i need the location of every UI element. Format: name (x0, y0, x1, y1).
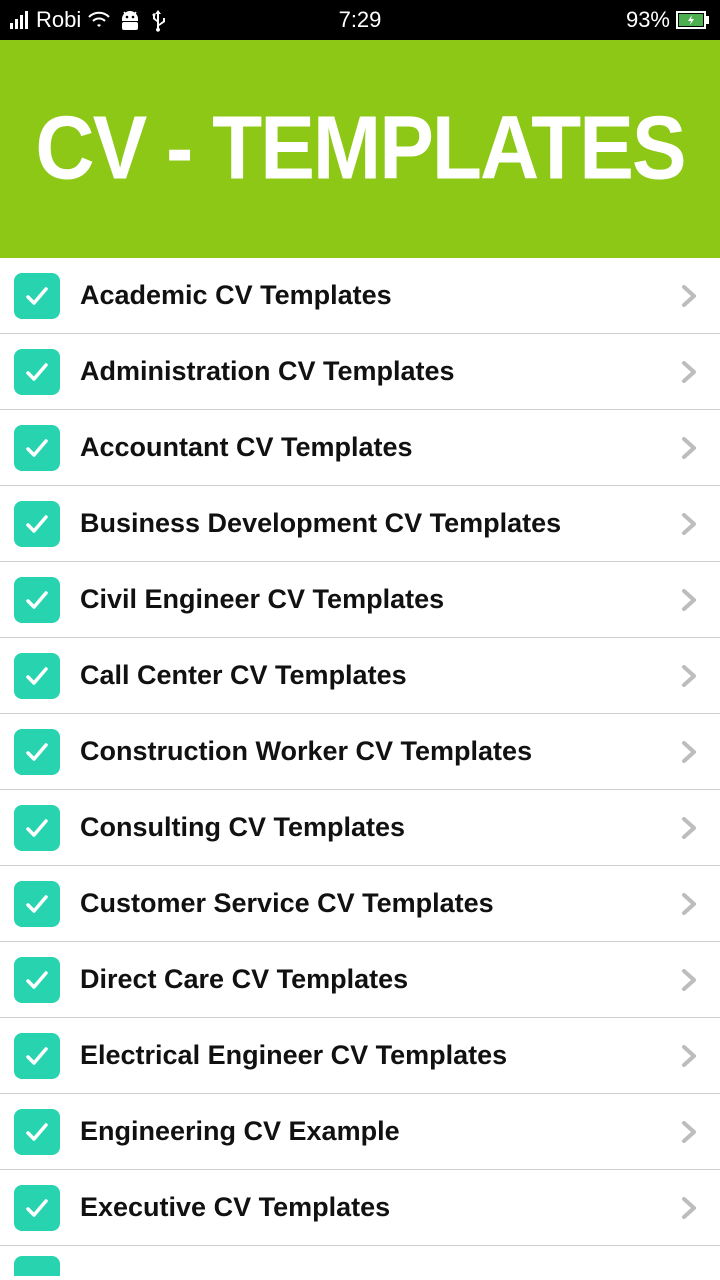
list-item-label: Direct Care CV Templates (80, 964, 676, 995)
check-icon (14, 577, 60, 623)
list-item[interactable]: Academic CV Templates (0, 258, 720, 334)
check-icon (14, 881, 60, 927)
list-item[interactable]: Business Development CV Templates (0, 486, 720, 562)
list-item[interactable]: Electrical Engineer CV Templates (0, 1018, 720, 1094)
status-left: Robi (10, 7, 167, 33)
chevron-right-icon (676, 1195, 702, 1221)
list-item[interactable]: Call Center CV Templates (0, 638, 720, 714)
chevron-right-icon (676, 663, 702, 689)
check-icon (14, 1256, 60, 1276)
list-item-label: Customer Service CV Templates (80, 888, 676, 919)
list-item-label: Business Development CV Templates (80, 508, 676, 539)
chevron-right-icon (676, 815, 702, 841)
status-time: 7:29 (339, 7, 382, 33)
check-icon (14, 1033, 60, 1079)
template-list[interactable]: Academic CV Templates Administration CV … (0, 258, 720, 1276)
list-item-label: Consulting CV Templates (80, 812, 676, 843)
list-item[interactable]: Engineering CV Example (0, 1094, 720, 1170)
check-icon (14, 425, 60, 471)
app-title: CV - TEMPLATES (35, 97, 684, 200)
list-item-label: Academic CV Templates (80, 280, 676, 311)
chevron-right-icon (676, 1119, 702, 1145)
chevron-right-icon (676, 359, 702, 385)
list-item[interactable]: Construction Worker CV Templates (0, 714, 720, 790)
check-icon (14, 1185, 60, 1231)
list-item-label: Executive CV Templates (80, 1192, 676, 1223)
list-item-label: Call Center CV Templates (80, 660, 676, 691)
signal-icon (10, 11, 30, 29)
list-item[interactable]: Executive CV Templates (0, 1170, 720, 1246)
chevron-right-icon (676, 511, 702, 537)
list-item[interactable]: Administration CV Templates (0, 334, 720, 410)
chevron-right-icon (676, 587, 702, 613)
usb-icon (149, 8, 167, 32)
status-bar: Robi 7:29 93% (0, 0, 720, 40)
check-icon (14, 729, 60, 775)
check-icon (14, 501, 60, 547)
app-header: CV - TEMPLATES (0, 40, 720, 258)
list-item-label: Civil Engineer CV Templates (80, 584, 676, 615)
battery-percent: 93% (626, 7, 670, 33)
list-item-label: Electrical Engineer CV Templates (80, 1040, 676, 1071)
list-item[interactable]: Civil Engineer CV Templates (0, 562, 720, 638)
list-item-label: Accountant CV Templates (80, 432, 676, 463)
check-icon (14, 273, 60, 319)
check-icon (14, 957, 60, 1003)
chevron-right-icon (676, 1043, 702, 1069)
check-icon (14, 653, 60, 699)
chevron-right-icon (676, 435, 702, 461)
list-item-partial[interactable] (0, 1246, 720, 1276)
check-icon (14, 805, 60, 851)
battery-charging-icon (676, 11, 710, 29)
list-item[interactable]: Direct Care CV Templates (0, 942, 720, 1018)
list-item[interactable]: Accountant CV Templates (0, 410, 720, 486)
chevron-right-icon (676, 739, 702, 765)
check-icon (14, 349, 60, 395)
chevron-right-icon (676, 891, 702, 917)
list-item-label: Administration CV Templates (80, 356, 676, 387)
list-item-label: Construction Worker CV Templates (80, 736, 676, 767)
status-right: 93% (626, 7, 710, 33)
chevron-right-icon (676, 283, 702, 309)
list-item[interactable]: Customer Service CV Templates (0, 866, 720, 942)
chevron-right-icon (676, 967, 702, 993)
list-item-label: Engineering CV Example (80, 1116, 676, 1147)
check-icon (14, 1109, 60, 1155)
list-item[interactable]: Consulting CV Templates (0, 790, 720, 866)
carrier-label: Robi (36, 7, 81, 33)
android-icon (117, 9, 143, 31)
wifi-icon (87, 11, 111, 29)
